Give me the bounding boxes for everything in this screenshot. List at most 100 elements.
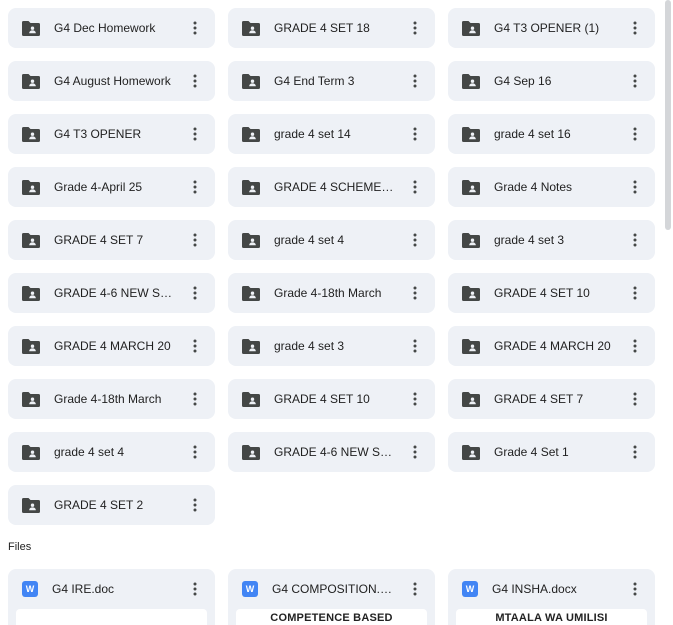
folder-card[interactable]: G4 End Term 3 xyxy=(228,61,435,101)
shared-folder-icon xyxy=(242,444,260,460)
word-doc-icon: W xyxy=(242,581,258,597)
more-actions-icon[interactable] xyxy=(623,577,647,601)
shared-folder-icon xyxy=(462,444,480,460)
folder-name: Grade 4-18th March xyxy=(274,286,382,300)
folder-card[interactable]: grade 4 set 3 xyxy=(228,326,435,366)
more-actions-icon[interactable] xyxy=(403,69,427,93)
more-actions-icon[interactable] xyxy=(403,387,427,411)
folder-card[interactable]: Grade 4 Notes xyxy=(448,167,655,207)
shared-folder-icon xyxy=(22,126,40,142)
more-actions-icon[interactable] xyxy=(623,281,647,305)
more-actions-icon[interactable] xyxy=(623,228,647,252)
folder-card[interactable]: grade 4 set 4 xyxy=(8,432,215,472)
folder-card[interactable]: GRADE 4 SET 2 xyxy=(8,485,215,525)
shared-folder-icon xyxy=(462,338,480,354)
folder-card[interactable]: Grade 4-18th March xyxy=(8,379,215,419)
shared-folder-icon xyxy=(242,391,260,407)
shared-folder-icon xyxy=(462,20,480,36)
folder-card[interactable]: Grade 4 Set 1 xyxy=(448,432,655,472)
folder-name: GRADE 4 SCHEMES AUG xyxy=(274,180,397,194)
folder-name: GRADE 4 SET 10 xyxy=(274,392,370,406)
more-actions-icon[interactable] xyxy=(183,577,207,601)
more-actions-icon[interactable] xyxy=(183,122,207,146)
folder-card[interactable]: GRADE 4 MARCH 20 xyxy=(8,326,215,366)
word-doc-icon: W xyxy=(22,581,38,597)
folder-name: GRADE 4-6 NEW SCHEMES xyxy=(274,445,397,459)
scrollbar-thumb[interactable] xyxy=(665,0,671,230)
more-actions-icon[interactable] xyxy=(623,16,647,40)
more-actions-icon[interactable] xyxy=(403,175,427,199)
more-actions-icon[interactable] xyxy=(623,175,647,199)
file-name: G4 COMPOSITION.docx xyxy=(272,582,397,596)
file-preview-thumbnail[interactable] xyxy=(16,609,207,625)
more-actions-icon[interactable] xyxy=(623,387,647,411)
more-actions-icon[interactable] xyxy=(623,334,647,358)
folder-card[interactable]: GRADE 4-6 NEW SCHEMES xyxy=(228,432,435,472)
folder-card[interactable]: Grade 4-April 25 xyxy=(8,167,215,207)
more-actions-icon[interactable] xyxy=(403,440,427,464)
more-actions-icon[interactable] xyxy=(183,281,207,305)
folder-card[interactable]: GRADE 4 SET 10 xyxy=(228,379,435,419)
more-actions-icon[interactable] xyxy=(183,493,207,517)
folder-card[interactable]: G4 Sep 16 xyxy=(448,61,655,101)
folder-card[interactable]: GRADE 4 SCHEMES AUG xyxy=(228,167,435,207)
folder-card[interactable]: grade 4 set 16 xyxy=(448,114,655,154)
more-actions-icon[interactable] xyxy=(623,440,647,464)
more-actions-icon[interactable] xyxy=(623,69,647,93)
folder-card[interactable]: GRADE 4-6 NEW SCHEMES xyxy=(8,273,215,313)
shared-folder-icon xyxy=(22,444,40,460)
more-actions-icon[interactable] xyxy=(183,440,207,464)
folder-name: GRADE 4-6 NEW SCHEMES xyxy=(54,286,177,300)
folder-name: Grade 4-April 25 xyxy=(54,180,143,194)
folder-card[interactable]: GRADE 4 SET 18 xyxy=(228,8,435,48)
folder-card[interactable]: G4 Dec Homework xyxy=(8,8,215,48)
more-actions-icon[interactable] xyxy=(183,228,207,252)
folder-name: GRADE 4 SET 2 xyxy=(54,498,144,512)
folder-card[interactable]: G4 August Homework xyxy=(8,61,215,101)
folder-card[interactable]: grade 4 set 14 xyxy=(228,114,435,154)
folder-name: grade 4 set 4 xyxy=(274,233,345,247)
folder-card[interactable]: GRADE 4 SET 7 xyxy=(8,220,215,260)
more-actions-icon[interactable] xyxy=(183,387,207,411)
folder-card[interactable]: grade 4 set 3 xyxy=(448,220,655,260)
folder-name: GRADE 4 MARCH 20 xyxy=(54,339,171,353)
folder-card[interactable]: GRADE 4 SET 7 xyxy=(448,379,655,419)
folder-name: grade 4 set 3 xyxy=(274,339,345,353)
folder-name: GRADE 4 SET 7 xyxy=(494,392,584,406)
shared-folder-icon xyxy=(462,73,480,89)
more-actions-icon[interactable] xyxy=(183,175,207,199)
file-grid: W G4 IRE.doc W G4 COMPOSITION.docx COMPETENC… xyxy=(8,569,655,625)
file-preview-text: COMPETENCE BASED xyxy=(270,612,393,624)
file-header: W G4 COMPOSITION.docx xyxy=(228,569,435,609)
folder-name: Grade 4 Set 1 xyxy=(494,445,569,459)
file-card[interactable]: W G4 COMPOSITION.docx COMPETENCE BASED xyxy=(228,569,435,625)
shared-folder-icon xyxy=(242,20,260,36)
more-actions-icon[interactable] xyxy=(403,577,427,601)
more-actions-icon[interactable] xyxy=(403,334,427,358)
more-actions-icon[interactable] xyxy=(403,228,427,252)
more-actions-icon[interactable] xyxy=(183,69,207,93)
file-card[interactable]: W G4 IRE.doc xyxy=(8,569,215,625)
shared-folder-icon xyxy=(242,179,260,195)
more-actions-icon[interactable] xyxy=(403,122,427,146)
files-section-label: Files xyxy=(8,541,32,553)
folder-card[interactable]: grade 4 set 4 xyxy=(228,220,435,260)
more-actions-icon[interactable] xyxy=(403,16,427,40)
file-name: G4 INSHA.docx xyxy=(492,582,577,596)
folder-card[interactable]: Grade 4-18th March xyxy=(228,273,435,313)
folder-name: grade 4 set 4 xyxy=(54,445,125,459)
shared-folder-icon xyxy=(462,285,480,301)
file-preview-thumbnail[interactable]: COMPETENCE BASED xyxy=(236,609,427,625)
folder-card[interactable]: G4 T3 OPENER (1) xyxy=(448,8,655,48)
more-actions-icon[interactable] xyxy=(183,334,207,358)
more-actions-icon[interactable] xyxy=(623,122,647,146)
file-card[interactable]: W G4 INSHA.docx MTAALA WA UMILISI xyxy=(448,569,655,625)
shared-folder-icon xyxy=(22,179,40,195)
folder-card[interactable]: GRADE 4 SET 10 xyxy=(448,273,655,313)
file-preview-thumbnail[interactable]: MTAALA WA UMILISI xyxy=(456,609,647,625)
shared-folder-icon xyxy=(22,232,40,248)
more-actions-icon[interactable] xyxy=(403,281,427,305)
more-actions-icon[interactable] xyxy=(183,16,207,40)
folder-card[interactable]: GRADE 4 MARCH 20 xyxy=(448,326,655,366)
folder-card[interactable]: G4 T3 OPENER xyxy=(8,114,215,154)
